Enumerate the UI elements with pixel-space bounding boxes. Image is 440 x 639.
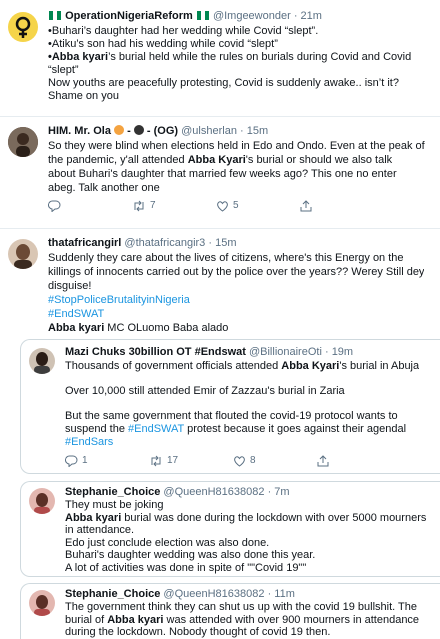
tweet-text: during the lockdown. Nobody thought of c… <box>65 626 331 638</box>
bold-text: Abba Kyari <box>187 154 246 166</box>
author-name[interactable]: Stephanie_Choice <box>65 588 160 600</box>
like-icon <box>234 455 245 467</box>
like-icon <box>217 200 228 212</box>
author-handle[interactable]: @BillionaireOti <box>249 346 322 358</box>
tweet-text: the pandemic, y'all attended Abba Kyari'… <box>48 154 393 166</box>
tweet-time[interactable]: · 7m <box>268 486 290 498</box>
tweet-text: Shame on you <box>48 90 119 102</box>
avatar-photo <box>29 348 55 374</box>
hashtag-link[interactable]: #EndSWAT <box>48 307 424 321</box>
tweet-time[interactable]: · 15m <box>208 237 236 249</box>
tweet-text: A lot of activities was done in spite of… <box>65 561 307 574</box>
author-handle[interactable]: @QueenH81638082 <box>163 588 264 600</box>
reply-count: 1 <box>82 455 88 466</box>
avatar[interactable] <box>29 590 55 616</box>
reply-card[interactable]: Stephanie_Choice @QueenH81638082 · 11m T… <box>20 583 440 639</box>
reply-button[interactable]: 1 <box>65 454 149 467</box>
reply-icon <box>65 454 78 467</box>
author-name[interactable]: Mazi Chuks 30billion OT #Endswat <box>65 346 246 358</box>
reply-button[interactable] <box>48 199 132 212</box>
author-name[interactable]: HIM. Mr. Ola <box>48 125 111 137</box>
tweet-text: But the same government that flouted the… <box>65 410 398 422</box>
tweet-text: •Atiku’s son had his wedding while covid… <box>48 38 278 50</box>
tweet-2[interactable]: HIM. Mr. Ola - - (OG) @ulsherlan · 15m S… <box>0 117 440 229</box>
reply-card[interactable]: Stephanie_Choice @QueenH81638082 · 7m Th… <box>20 481 440 577</box>
like-count: 5 <box>233 200 239 211</box>
retweet-button[interactable]: 17 <box>149 454 233 467</box>
author-handle[interactable]: @ulsherlan <box>181 125 237 137</box>
like-button[interactable]: 5 <box>216 199 300 212</box>
tweet-3[interactable]: thatafricangirl @thatafricangir3 · 15m S… <box>0 229 440 639</box>
tweet-text: in attendance. <box>65 524 135 536</box>
author-name[interactable]: Stephanie_Choice <box>65 486 160 498</box>
author-handle[interactable]: @Imgeewonder <box>213 10 291 22</box>
reply-card[interactable]: Mazi Chuks 30billion OT #Endswat @Billio… <box>20 339 440 474</box>
tweet-text: •Buhari’s daughter had her wedding while… <box>48 25 319 37</box>
tweet-text: about Buhari's daughter that married few… <box>48 168 397 180</box>
flag-ng-icon <box>49 11 61 20</box>
tweet-text: The government think they can shut us up… <box>65 601 417 613</box>
tweet-text: Over 10,000 still attended Emir of Zazza… <box>65 385 345 397</box>
tweet-1[interactable]: OperationNigeriaReform @Imgeewonder · 21… <box>0 0 440 117</box>
venus-icon <box>15 16 31 38</box>
avatar-photo <box>8 127 38 157</box>
author-handle[interactable]: @thatafricangir3 <box>124 237 205 249</box>
avatar[interactable] <box>8 127 38 157</box>
like-count: 8 <box>250 455 256 466</box>
emoji-icon <box>114 125 125 135</box>
share-icon <box>300 199 312 211</box>
retweet-count: 7 <box>150 200 156 211</box>
avatar[interactable] <box>8 12 38 42</box>
tweet-time[interactable]: · 15m <box>240 125 268 137</box>
tweet-text: Now youths are peacefully protesting, Co… <box>48 77 399 89</box>
reply-icon <box>48 199 61 212</box>
tweet-time[interactable]: · 19m <box>325 346 353 358</box>
avatar[interactable] <box>8 239 38 269</box>
bold-text: •Abba kyari <box>48 51 109 63</box>
bold-text: Abba kyari <box>65 511 122 524</box>
tweet-text: Thousands of government officials attend… <box>65 360 420 372</box>
tweet-text: Edo just conclude election was also done… <box>65 536 270 549</box>
tweet-time[interactable]: · 11m <box>268 588 295 600</box>
avatar[interactable] <box>29 348 55 374</box>
bold-text: Abba kyari <box>48 322 105 334</box>
tweet-text: Buhari's daughter wedding was also done … <box>65 549 316 561</box>
retweet-icon <box>134 200 144 211</box>
author-name[interactable]: OperationNigeriaReform <box>65 10 193 22</box>
bold-text: Abba Kyari <box>281 360 340 372</box>
avatar-photo <box>29 488 55 514</box>
tweet-text: They must be joking <box>65 499 164 511</box>
author-name[interactable]: thatafricangirl <box>48 237 121 249</box>
tweet-time[interactable]: · 21m <box>294 10 322 22</box>
author-handle[interactable]: @QueenH81638082 <box>163 486 264 498</box>
tweet-text: abeg. Talk another one <box>48 182 160 194</box>
hashtag-link[interactable]: #EndSWAT <box>128 423 184 435</box>
emoji-icon <box>133 125 144 135</box>
tweet-text: Abba kyari burial was done during the lo… <box>65 511 427 524</box>
tweet-text: suspend the #EndSWAT protest because it … <box>65 423 407 435</box>
avatar-photo <box>8 239 38 269</box>
tweet-text: •Abba kyari’s burial held while the rule… <box>48 51 412 63</box>
retweet-button[interactable]: 7 <box>132 199 216 212</box>
avatar-photo <box>29 590 55 616</box>
share-button[interactable] <box>317 454 329 467</box>
bold-text: Abba kyari <box>107 613 164 626</box>
tweet-text: burial of Abba kyari was attended with o… <box>65 613 420 626</box>
like-button[interactable]: 8 <box>233 454 317 467</box>
tweet-text: So they were blind when elections held i… <box>48 140 425 152</box>
retweet-icon <box>151 455 161 466</box>
flag-ng-icon <box>196 11 209 20</box>
tweet-text: “slept” <box>48 64 79 76</box>
share-icon <box>317 454 329 466</box>
tweet-text: killings of innocents carried out by the… <box>48 266 425 278</box>
tweet-text: Abba kyari MC OLuomo Baba alado <box>48 322 229 334</box>
retweet-count: 17 <box>167 455 179 466</box>
tweet-text: Suddenly they care about the lives of ci… <box>48 252 404 264</box>
avatar[interactable] <box>29 488 55 514</box>
tweet-text: disguise! <box>48 280 92 292</box>
hashtag-link[interactable]: #EndSars <box>65 436 419 449</box>
share-button[interactable] <box>300 199 312 212</box>
hashtag-link[interactable]: #StopPoliceBrutalityinNigeria <box>48 293 424 307</box>
